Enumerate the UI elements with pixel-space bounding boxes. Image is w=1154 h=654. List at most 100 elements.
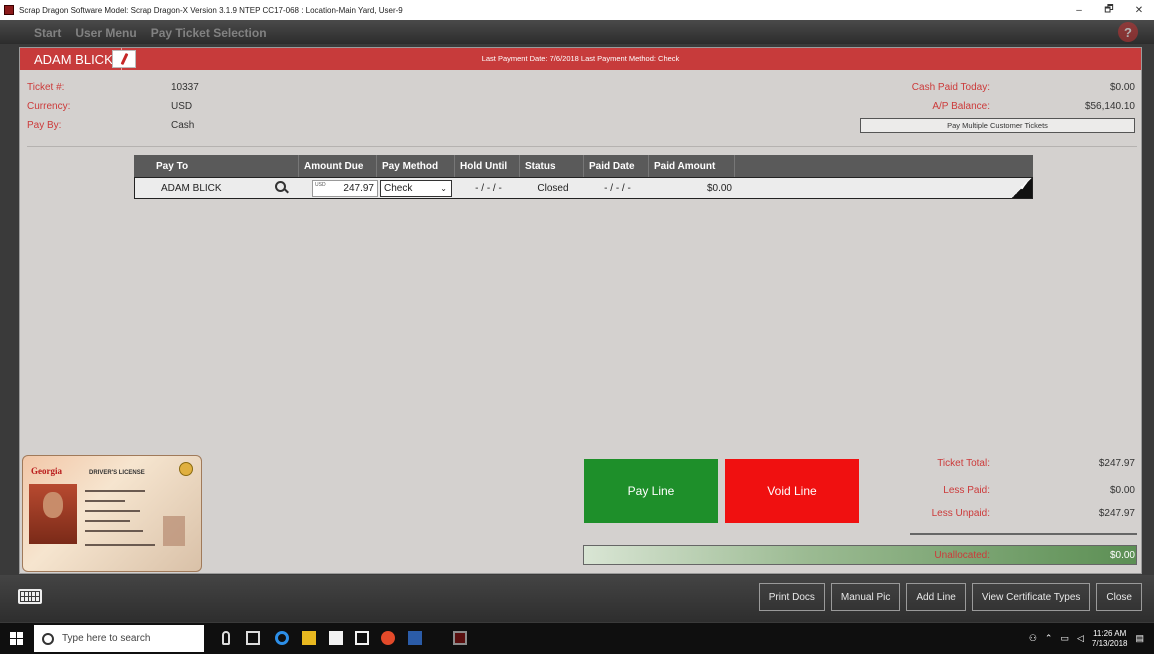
divider <box>27 146 1137 147</box>
app-icon <box>4 5 14 15</box>
windows-taskbar: Type here to search ⚇ ⌃ ▭ ◁ 11:26 AM 7/1… <box>0 623 1154 654</box>
cash-paid-today-label: Cash Paid Today: <box>911 82 990 93</box>
search-icon[interactable] <box>275 181 289 195</box>
customer-bar: ADAM BLICK Last Payment Date: 7/6/2018 L… <box>20 48 1141 70</box>
close-button[interactable]: Close <box>1096 583 1142 611</box>
volume-icon[interactable]: ◁ <box>1077 633 1084 644</box>
amount-currency: USD <box>315 181 326 188</box>
nav-pay-ticket-selection[interactable]: Pay Ticket Selection <box>151 26 267 40</box>
taskbar-search-placeholder: Type here to search <box>62 633 151 644</box>
view-certificate-types-button[interactable]: View Certificate Types <box>971 583 1091 611</box>
amount-due-input[interactable]: USD 247.97 <box>312 179 378 197</box>
people-icon[interactable]: ⚇ <box>1029 633 1037 644</box>
taskbar-clock[interactable]: 11:26 AM 7/13/2018 <box>1092 629 1128 649</box>
license-ghost-photo <box>163 516 185 546</box>
pay-method-value: Check <box>384 182 413 194</box>
seal-icon <box>179 462 193 476</box>
less-paid-value: $0.00 <box>1109 485 1135 496</box>
system-tray: ⚇ ⌃ ▭ ◁ 11:26 AM 7/13/2018 ▤ <box>1029 623 1144 654</box>
license-type: DRIVER'S LICENSE <box>89 470 145 476</box>
maximize-icon[interactable]: 🗗 <box>1094 0 1124 20</box>
manual-pic-button[interactable]: Manual Pic <box>830 583 901 611</box>
cell-paid-amount: $0.00 <box>706 182 732 194</box>
notifications-icon[interactable]: ▤ <box>1135 633 1144 644</box>
col-pay-method[interactable]: Pay Method <box>377 155 455 177</box>
ap-balance-value: $56,140.10 <box>1084 101 1135 112</box>
edge-browser-icon[interactable] <box>275 631 289 645</box>
less-paid-label: Less Paid: <box>943 485 990 496</box>
cell-amount-due: USD 247.97 <box>300 178 378 198</box>
network-icon[interactable]: ▭ <box>1060 633 1069 644</box>
ticket-total-value: $247.97 <box>1098 458 1135 469</box>
taskbar-search-input[interactable]: Type here to search <box>34 625 204 652</box>
clock-date: 7/13/2018 <box>1091 638 1128 648</box>
minimize-icon[interactable]: – <box>1064 0 1094 20</box>
col-paid-date[interactable]: Paid Date <box>584 155 649 177</box>
window-title: Scrap Dragon Software Model: Scrap Drago… <box>19 5 403 15</box>
totals-divider <box>910 533 1137 535</box>
close-icon[interactable]: ✕ <box>1124 0 1154 20</box>
col-spacer <box>735 155 1033 177</box>
mail-icon[interactable] <box>355 631 369 645</box>
pay-method-select[interactable]: Check ⌄ <box>380 179 452 197</box>
cell-status: Closed <box>537 182 569 194</box>
help-icon[interactable]: ? <box>1118 22 1138 42</box>
chrome-icon[interactable] <box>381 631 395 645</box>
payment-grid: Pay To Amount Due Pay Method Hold Until … <box>134 155 1033 199</box>
ticket-number: 10337 <box>171 82 199 93</box>
checkmark-icon: ✓ <box>1018 179 1029 193</box>
license-photo <box>29 484 77 544</box>
ap-balance-label: A/P Balance: <box>932 101 990 112</box>
less-unpaid-label: Less Unpaid: <box>931 508 990 519</box>
nav-breadcrumb: Start User Menu Pay Ticket Selection <box>34 26 267 40</box>
unallocated-value: $0.00 <box>1109 550 1135 561</box>
table-row[interactable]: ADAM BLICK USD 247.97 Check ⌄ - / - / - … <box>134 177 1033 199</box>
col-paid-amount[interactable]: Paid Amount <box>649 155 735 177</box>
pay-line-button[interactable]: Pay Line <box>584 459 718 523</box>
app-header: Start User Menu Pay Ticket Selection ? <box>0 20 1154 44</box>
col-amount-due[interactable]: Amount Due <box>299 155 377 177</box>
row-selected-check[interactable]: ✓ <box>1012 178 1032 198</box>
amount-due-value: 247.97 <box>343 182 374 194</box>
col-hold-until[interactable]: Hold Until <box>455 155 520 177</box>
keyboard-icon[interactable] <box>18 589 42 604</box>
pay-by-label: Pay By: <box>27 120 62 131</box>
store-icon[interactable] <box>329 631 343 645</box>
bottom-toolbar: Print Docs Manual Pic Add Line View Cert… <box>0 575 1154 622</box>
ticket-total-label: Ticket Total: <box>937 458 990 469</box>
license-state: Georgia <box>31 466 62 476</box>
cortana-icon <box>42 632 54 645</box>
scrap-dragon-taskbar-icon[interactable] <box>453 631 467 645</box>
col-pay-to[interactable]: Pay To <box>134 155 299 177</box>
tray-chevron-icon[interactable]: ⌃ <box>1045 633 1053 644</box>
col-status[interactable]: Status <box>520 155 584 177</box>
grid-header: Pay To Amount Due Pay Method Hold Until … <box>134 155 1033 177</box>
drivers-license-image: Georgia DRIVER'S LICENSE <box>22 455 202 572</box>
print-docs-button[interactable]: Print Docs <box>758 583 825 611</box>
pay-by-value: Cash <box>171 120 195 131</box>
last-payment-info: Last Payment Date: 7/6/2018 Last Payment… <box>481 54 680 63</box>
microphone-icon[interactable] <box>222 631 230 645</box>
pay-multiple-tickets-button[interactable]: Pay Multiple Customer Tickets <box>860 118 1135 133</box>
nav-start[interactable]: Start <box>34 26 61 40</box>
currency-label: Currency: <box>27 101 71 112</box>
pay-to-name: ADAM BLICK <box>161 182 222 194</box>
add-line-button[interactable]: Add Line <box>906 583 966 611</box>
cell-hold-until: - / - / - <box>475 182 502 194</box>
word-icon[interactable] <box>408 631 422 645</box>
clock-time: 11:26 AM <box>1093 628 1127 638</box>
cell-pay-method: Check ⌄ <box>378 178 456 198</box>
cell-paid-date: - / - / - <box>604 182 631 194</box>
task-view-icon[interactable] <box>246 631 260 645</box>
file-explorer-icon[interactable] <box>302 631 316 645</box>
nav-user-menu[interactable]: User Menu <box>75 26 136 40</box>
unallocated-label: Unallocated: <box>934 550 990 561</box>
window-title-bar: Scrap Dragon Software Model: Scrap Drago… <box>0 0 1154 20</box>
less-unpaid-value: $247.97 <box>1098 508 1135 519</box>
footer-buttons: Print Docs Manual Pic Add Line View Cert… <box>758 583 1142 611</box>
cell-pay-to: ADAM BLICK <box>135 178 300 198</box>
windows-start-icon[interactable] <box>10 632 23 645</box>
currency-value: USD <box>171 101 193 112</box>
chevron-down-icon: ⌄ <box>440 183 447 193</box>
ticket-number-label: Ticket #: <box>27 82 65 93</box>
